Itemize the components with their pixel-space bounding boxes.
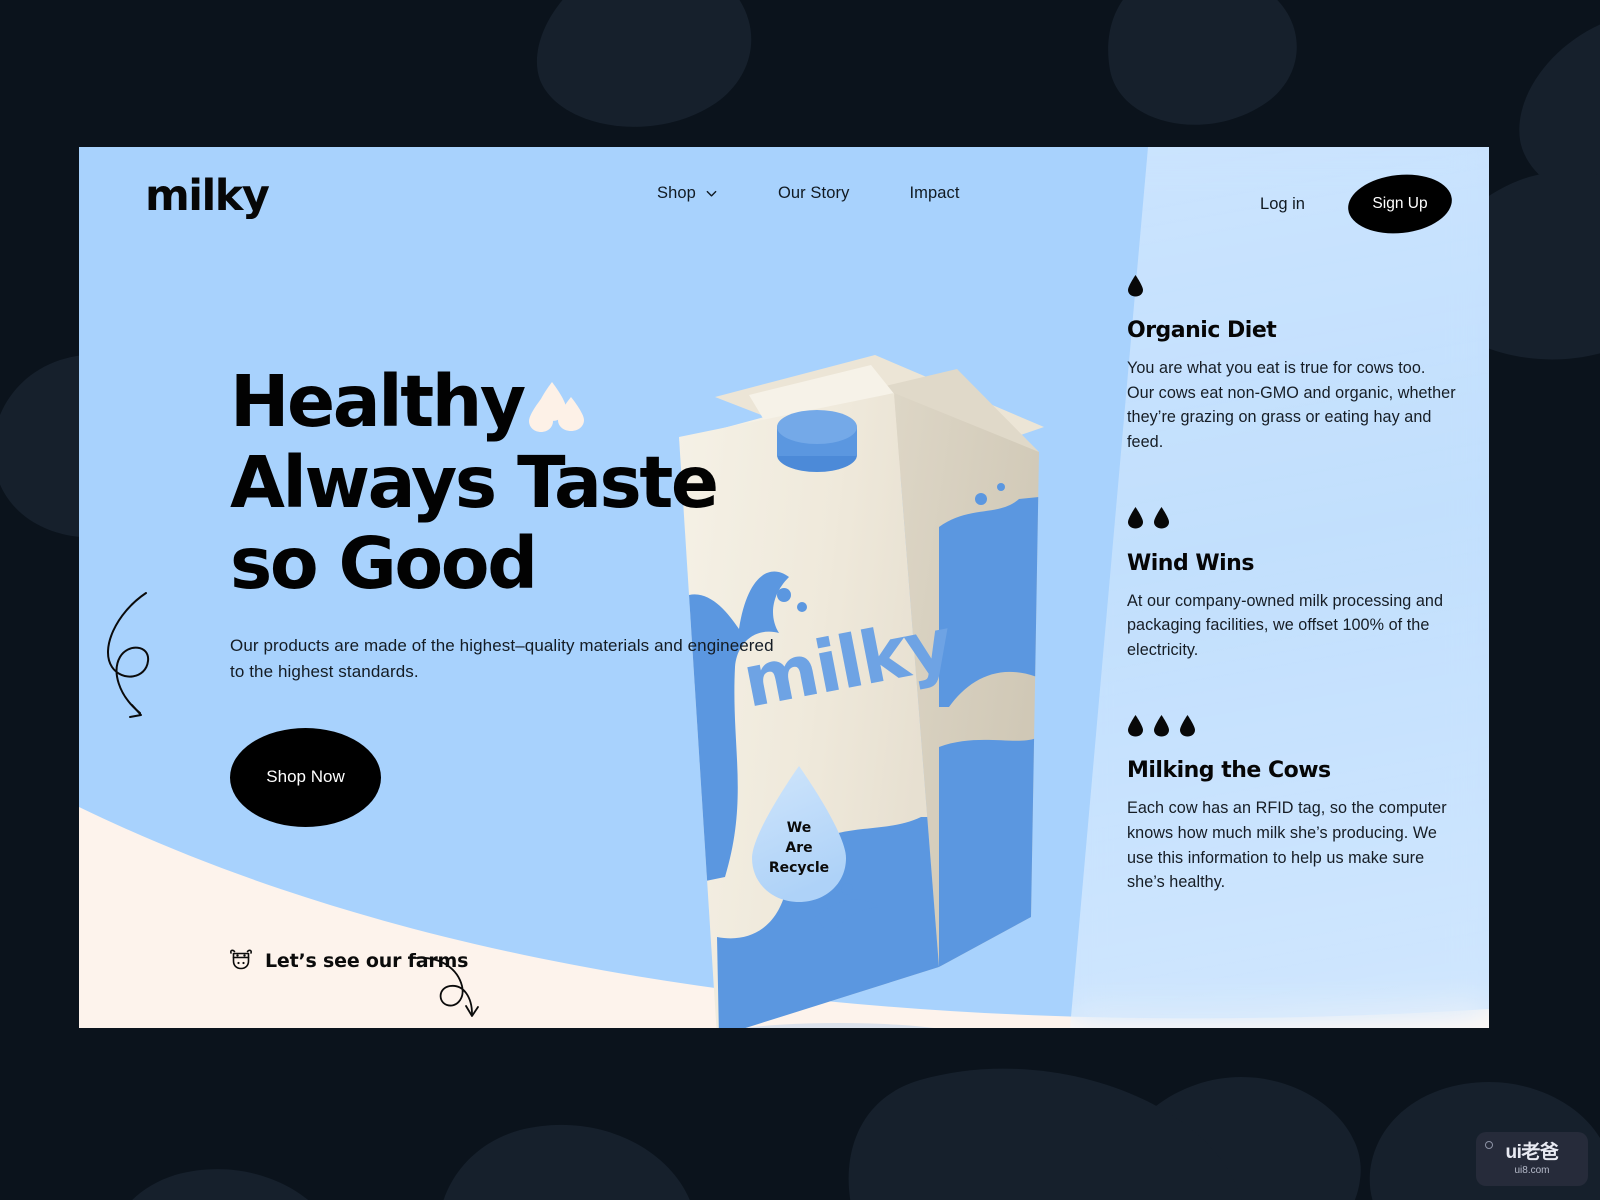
- watermark-url: ui8.com: [1514, 1164, 1550, 1176]
- feature-body: Each cow has an RFID tag, so the compute…: [1127, 799, 1447, 892]
- droplet-icon: [1128, 714, 1143, 737]
- headline-line-3: so Good: [230, 521, 538, 605]
- feature-body: At our company-owned milk processing and…: [1127, 591, 1444, 659]
- login-link[interactable]: Log in: [1260, 196, 1329, 213]
- watermark-dot-icon: [1485, 1141, 1493, 1149]
- nav-item-impact[interactable]: Impact: [909, 185, 959, 202]
- droplet-icon: [1128, 274, 1143, 296]
- features-list: Organic Diet You are what you eat is tru…: [1127, 270, 1457, 895]
- headline-line-1: Healthy: [230, 360, 526, 443]
- droplet-icon: [1154, 507, 1169, 529]
- page-title: Healthy Always Taste so Good: [230, 360, 790, 605]
- nav-links: Shop Our Story Impact: [657, 185, 960, 202]
- curly-arrow-to-cta-icon: [107, 592, 150, 718]
- hero-copy: Healthy Always Taste so Good Our product…: [230, 360, 790, 827]
- hero-subtitle: Our products are made of the highest–qua…: [230, 635, 774, 682]
- feature-organic-diet: Organic Diet You are what you eat is tru…: [1127, 270, 1457, 455]
- nav-item-our-story[interactable]: Our Story: [778, 185, 850, 202]
- signup-button[interactable]: Sign Up: [1345, 169, 1455, 239]
- droplet-icon: [1154, 714, 1169, 737]
- cow-icon: [230, 949, 252, 970]
- hero-card: milky We Are Recycle milky Shop Our Stor…: [79, 147, 1489, 1028]
- nav-item-our-story-label: Our Story: [777, 184, 850, 202]
- droplet-icon: [1128, 507, 1143, 529]
- top-navigation: milky Shop Our Story Impact Log in Sign …: [79, 147, 1489, 257]
- recycle-line-2: Are: [785, 840, 813, 856]
- droplet-icon: [1180, 714, 1195, 737]
- watermark-badge: ui老爸 ui8.com: [1476, 1132, 1588, 1186]
- feature-wind-wins: Wind Wins At our company-owned milk proc…: [1127, 503, 1457, 663]
- brand-logo[interactable]: milky: [145, 175, 270, 218]
- shop-now-button-label: Shop Now: [266, 767, 345, 786]
- feature-milking-the-cows: Milking the Cows Each cow has an RFID ta…: [1127, 710, 1457, 895]
- signup-button-label: Sign Up: [1372, 195, 1428, 212]
- feature-title: Milking the Cows: [1127, 758, 1331, 784]
- watermark-title: ui老爸: [1505, 1141, 1559, 1163]
- recycle-line-1: We: [786, 820, 812, 836]
- nav-item-impact-label: Impact: [909, 184, 960, 202]
- recycle-line-3: Recycle: [768, 860, 830, 876]
- page-root: milky We Are Recycle milky Shop Our Stor…: [0, 0, 1600, 1200]
- curly-arrow-to-farms-icon: [415, 957, 479, 1017]
- feature-drops-1: [1127, 270, 1457, 300]
- nav-actions: Log in Sign Up: [1260, 169, 1455, 239]
- feature-title: Organic Diet: [1127, 318, 1277, 343]
- feature-title: Wind Wins: [1127, 550, 1254, 576]
- feature-body: You are what you eat is true for cows to…: [1127, 359, 1456, 451]
- shop-now-button[interactable]: Shop Now: [230, 727, 381, 827]
- feature-drops-3: [1127, 710, 1457, 740]
- feature-drops-2: [1127, 503, 1457, 533]
- chevron-down-icon: [706, 190, 717, 197]
- nav-item-shop-label: Shop: [657, 184, 696, 202]
- nav-item-shop[interactable]: Shop: [657, 185, 718, 202]
- headline-line-2: Always Taste: [230, 440, 719, 524]
- milk-droplets-icon: [528, 380, 586, 436]
